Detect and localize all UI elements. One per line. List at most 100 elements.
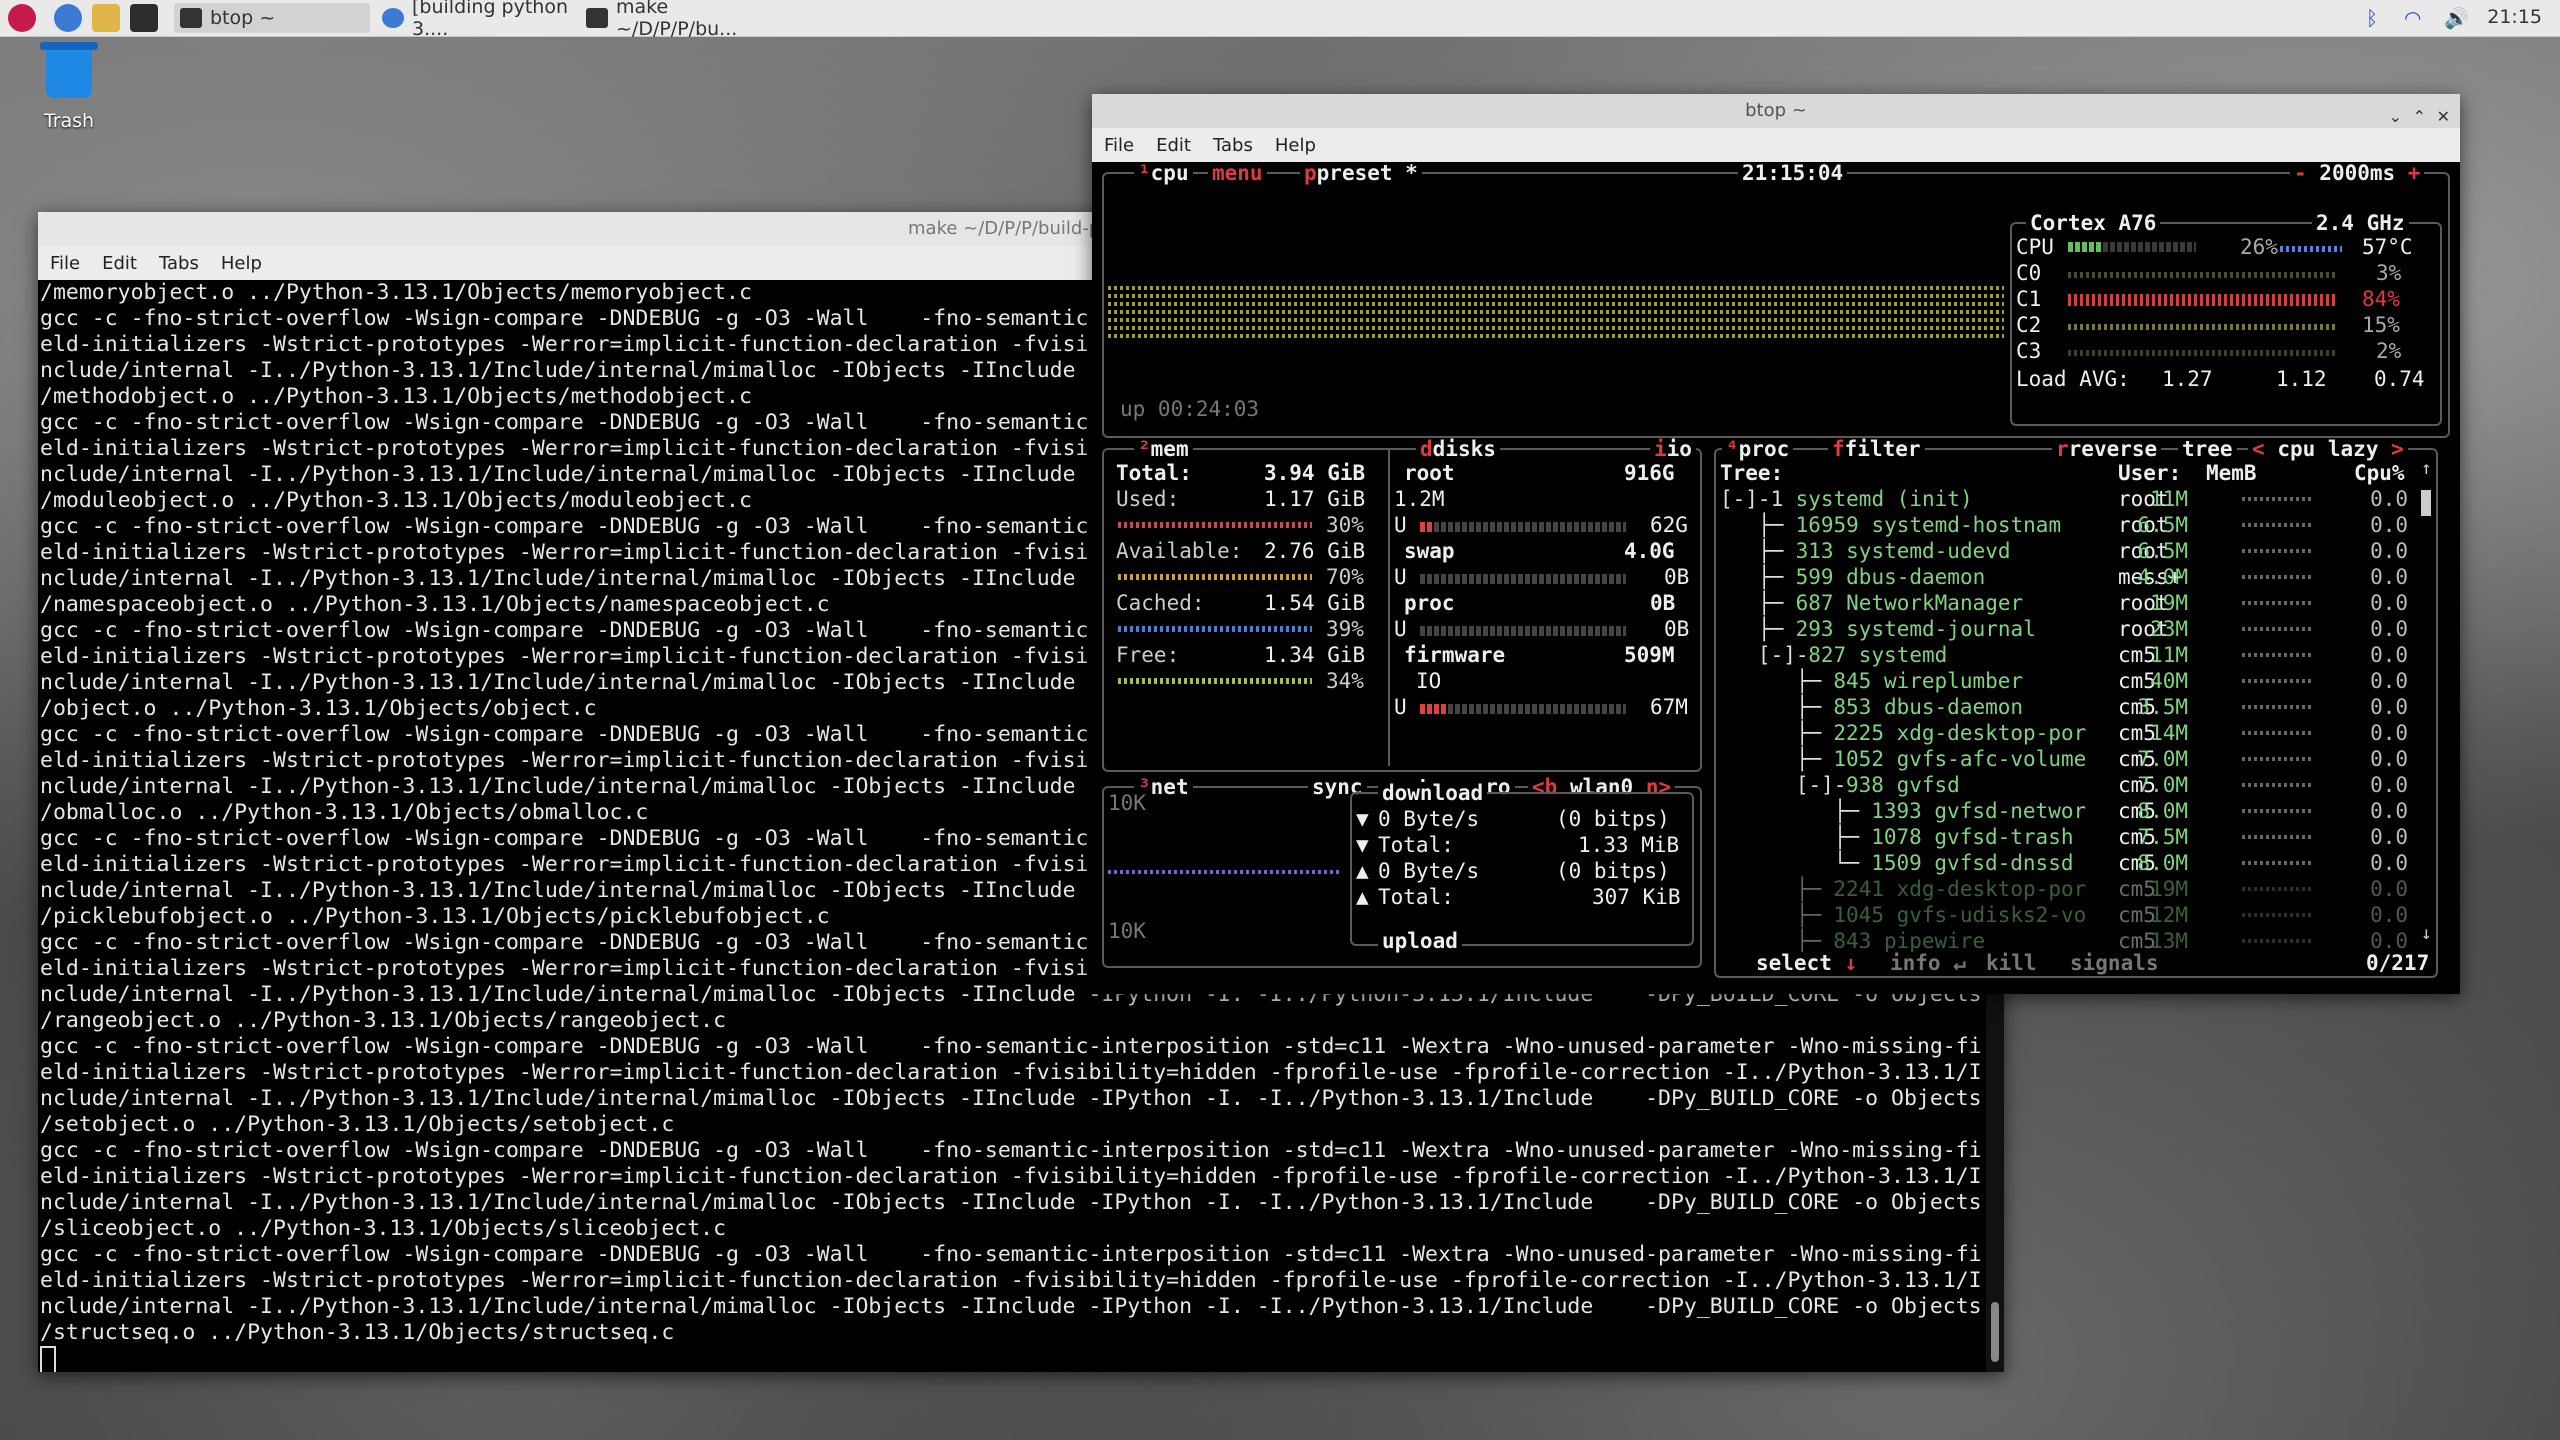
process-cpu-graph [2242,679,2312,683]
process-row[interactable]: ├─ 845 wireplumber cm5 40M 0.0 [1720,668,2412,694]
volume-icon[interactable]: 🔊 [2444,6,2469,30]
process-row[interactable]: ├─ 1045 gvfs-udisks2-vo cm5 12M 0.0 [1720,902,2412,928]
mem-free-meter [1118,678,1312,684]
process-row[interactable]: ├─ 2225 xdg-desktop-por cm5 14M 0.0 [1720,720,2412,746]
refresh-rate[interactable]: - 2000ms + [2290,162,2425,184]
disk-bar [1420,574,1626,584]
proc-tab[interactable]: ⁴proc [1722,438,1794,460]
mem-avail-pct: 70% [1326,565,1364,589]
process-row[interactable]: ├─ 687 NetworkManager root 19M 0.0 [1720,590,2412,616]
tree-branch: ├─ [1720,799,1872,823]
process-row[interactable]: ├─ 313 systemd-udevd root 6.5M 0.0 [1720,538,2412,564]
wifi-icon[interactable]: ◠ [2404,6,2421,30]
menu-tabs[interactable]: Tabs [159,253,199,274]
process-name: 293 systemd-journal [1795,617,2036,641]
core-label: C1 [2016,287,2042,311]
trash-icon [40,42,98,98]
kill-button[interactable]: kill [1982,952,2041,974]
cpu-total-bar [2068,242,2196,252]
proc-box: ⁴proc ffilter rreverse tree < cpu lazy >… [1714,438,2438,978]
process-name: 1045 gvfs-udisks2-vo [1833,903,2087,927]
header-mem[interactable]: MemB [2206,460,2257,486]
process-row[interactable]: [-]- 827 systemd cm5 11M 0.0 [1720,642,2412,668]
process-list[interactable]: [-]-1 systemd (init) root 11M 0.0 ├─ 16959 … [1720,486,2412,954]
process-row[interactable]: ├─ 1052 gvfs-afc-volume cm5 7.0M 0.0 [1720,746,2412,772]
taskbar-btop[interactable]: btop ~ [174,3,370,33]
btop-titlebar[interactable]: btop ~ ⌄ ⌃ ✕ [1092,94,2460,128]
process-mem: 8.0M [2137,851,2188,875]
cpu-graph [1108,282,2004,342]
core-pct: 84% [2362,287,2400,311]
header-tree[interactable]: Tree: [1720,460,1783,486]
disk-used: 67M [1650,695,1688,719]
info-button[interactable]: info ↵ [1886,952,1970,974]
process-cpu-graph [2242,653,2312,657]
header-cpu[interactable]: Cpu% [2354,460,2405,486]
preset-button[interactable]: ppreset * [1300,162,1422,184]
load-label: Load AVG: [2016,367,2130,391]
raspberry-menu-icon[interactable] [8,4,36,32]
menu-tabs[interactable]: Tabs [1213,135,1253,156]
terminal-cursor [40,1346,56,1372]
terminal-line: nclude/internal -I../Python-3.13.1/Inclu… [40,1190,1982,1215]
process-name: 1052 gvfs-afc-volume [1833,747,2087,771]
filter-button[interactable]: ffilter [1828,438,1925,460]
taskbar-chromium[interactable]: [building python 3.... [376,0,578,40]
disk-size: 509M [1624,643,1675,667]
net-stats-box: download ▼ 0 Byte/s (0 bitps) ▼ Total: 1… [1350,782,1694,952]
tree-branch: ├─ [1720,877,1834,901]
mem-cached-label: Cached: [1116,591,1205,615]
panel-clock[interactable]: 21:15 [2487,6,2542,28]
tree-toggle[interactable]: tree [2178,438,2237,460]
process-name: 1393 gvfsd-networ [1871,799,2087,823]
reverse-toggle[interactable]: rreverse [2052,438,2162,460]
menu-help[interactable]: Help [221,253,262,274]
process-row[interactable]: ├─ 293 systemd-journal root 23M 0.0 [1720,616,2412,642]
cpu-box: ¹cpu menu ppreset * 21:15:04 - 2000ms + … [1102,162,2450,438]
menu-button[interactable]: menu [1208,162,1267,184]
process-row[interactable]: [-]-1 systemd (init) root 11M 0.0 [1720,486,2412,512]
process-row[interactable]: ├─ 599 dbus-daemon mess+ 4.0M 0.0 [1720,564,2412,590]
cpu-tab[interactable]: ¹cpu [1134,162,1193,184]
tree-branch: ├─ [1720,903,1834,927]
tree-branch: ├─ [1720,539,1796,563]
menu-help[interactable]: Help [1275,135,1316,156]
menu-edit[interactable]: Edit [1156,135,1191,156]
io-toggle[interactable]: iio [1650,438,1696,460]
menu-edit[interactable]: Edit [102,253,137,274]
proc-scrollbar[interactable]: ↑ ↓ [2420,458,2432,944]
tree-branch: [-]- [1720,643,1809,667]
core-label: C3 [2016,339,2042,363]
process-row[interactable]: ├─ 16959 systemd-hostnam root 6.5M 0.0 [1720,512,2412,538]
header-user[interactable]: User: [2118,460,2181,486]
net-scale-top: 10K [1108,791,1146,815]
select-button[interactable]: select ↓ [1752,952,1862,974]
signals-button[interactable]: signals [2066,952,2163,974]
process-name: 938 gvfsd [1846,773,1960,797]
process-cpu: 0.0 [2370,695,2408,719]
btop-screen: ¹cpu menu ppreset * 21:15:04 - 2000ms + … [1092,162,2460,994]
process-row[interactable]: ├─ 1393 gvfsd-networ cm5 8.0M 0.0 [1720,798,2412,824]
sort-selector[interactable]: < cpu lazy > [2248,438,2408,460]
terminal-launcher-icon[interactable] [130,4,158,32]
down-total-arrow: ▼ [1356,833,1369,857]
process-row[interactable]: ├─ 853 dbus-daemon cm5 3.5M 0.0 [1720,694,2412,720]
terminal-line: eld-initializers -Wstrict-prototypes -We… [40,1164,1982,1189]
process-row[interactable]: ├─ 1078 gvfsd-trash cm5 7.5M 0.0 [1720,824,2412,850]
process-row[interactable]: [-]- 938 gvfsd cm5 7.0M 0.0 [1720,772,2412,798]
mem-box: ²mem ddisks iio Total: 3.94 GiB Used: 1.… [1102,438,1702,772]
menu-file[interactable]: File [1104,135,1134,156]
mem-tab[interactable]: ²mem [1134,438,1193,460]
process-mem: 14M [2150,721,2188,745]
process-row[interactable]: └─ 1509 gvfsd-dnssd cm5 8.0M 0.0 [1720,850,2412,876]
bluetooth-icon[interactable]: ᛒ [2366,6,2378,30]
process-cpu-graph [2242,549,2312,553]
process-cpu-graph [2242,757,2312,761]
process-row[interactable]: ├─ 2241 xdg-desktop-por cm5 19M 0.0 [1720,876,2412,902]
file-manager-icon[interactable] [92,4,120,32]
menu-file[interactable]: File [50,253,80,274]
trash-desktop-icon[interactable]: Trash [38,42,100,132]
disks-tab[interactable]: ddisks [1416,438,1500,460]
browser-icon[interactable] [54,4,82,32]
taskbar-make[interactable]: make ~/D/P/P/bu... [580,0,790,40]
